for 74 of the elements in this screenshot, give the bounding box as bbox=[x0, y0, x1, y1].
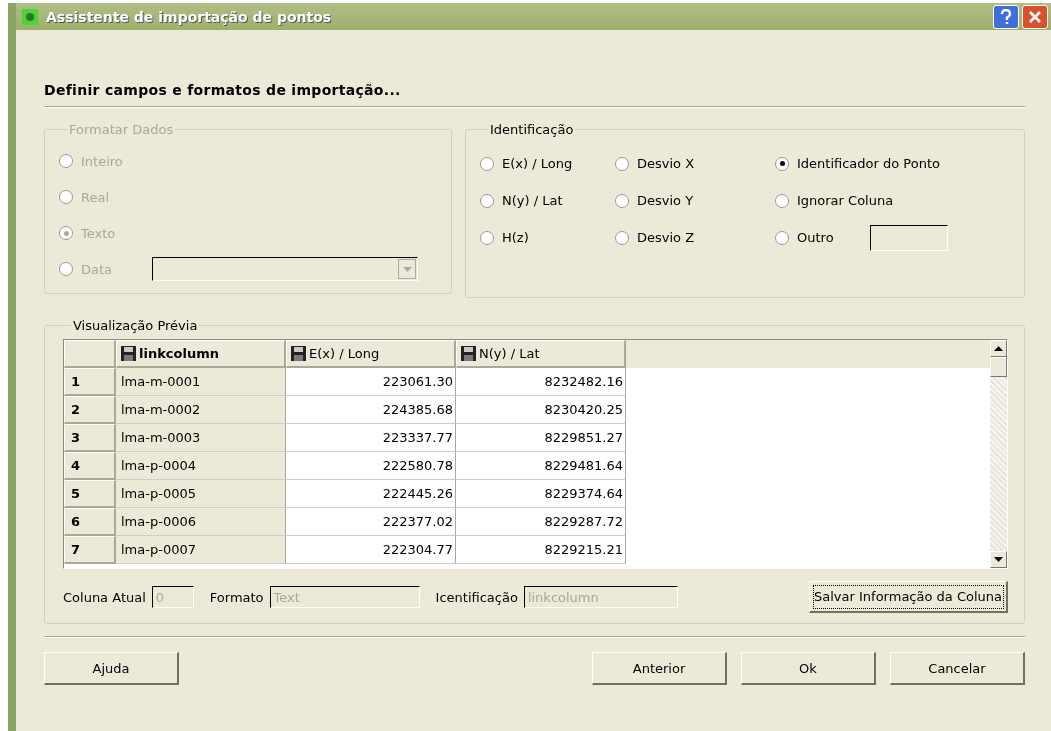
radio-button[interactable] bbox=[775, 230, 789, 245]
table-cell: 223061.30 bbox=[286, 368, 456, 396]
table-cell: 8229851.27 bbox=[456, 424, 626, 452]
table-cell: lma-m-0003 bbox=[116, 424, 286, 452]
table-cell: lma-p-0007 bbox=[116, 536, 286, 564]
radio-button[interactable] bbox=[615, 193, 629, 208]
radio-label: N(y) / Lat bbox=[502, 193, 563, 208]
other-input-field[interactable] bbox=[869, 224, 948, 251]
table-cell: lma-p-0005 bbox=[116, 480, 286, 508]
table-cell: 222445.26 bbox=[286, 480, 456, 508]
table-cell: 222304.77 bbox=[286, 536, 456, 564]
radio-label: E(x) / Long bbox=[502, 156, 573, 171]
radio-label: Desvio Y bbox=[637, 193, 694, 208]
scroll-up-icon[interactable] bbox=[990, 340, 1007, 357]
scrollbar[interactable] bbox=[990, 340, 1007, 568]
radio-label: Inteiro bbox=[81, 153, 123, 169]
radio-label: Desvio X bbox=[637, 156, 695, 171]
table-cell: 8232482.16 bbox=[456, 368, 626, 396]
radio-label: Texto bbox=[81, 225, 116, 241]
table-cell: 223337.77 bbox=[286, 424, 456, 452]
radio-label: Identificador do Ponto bbox=[797, 156, 940, 171]
group-title: Formatar Dados bbox=[68, 122, 175, 137]
help-icon[interactable] bbox=[993, 4, 1019, 29]
radio-button[interactable] bbox=[480, 230, 494, 245]
radio-label: Ignorar Coluna bbox=[797, 193, 894, 208]
row-number: 2 bbox=[64, 396, 116, 424]
field-label: Formato bbox=[209, 589, 264, 605]
table-cell: 8229374.64 bbox=[456, 480, 626, 508]
table-cell: 222377.02 bbox=[286, 508, 456, 536]
table-cell: lma-m-0002 bbox=[116, 396, 286, 424]
radio-button[interactable] bbox=[775, 193, 789, 208]
radio-button[interactable] bbox=[480, 193, 494, 208]
column-header[interactable]: N(y) / Lat bbox=[456, 340, 626, 368]
row-number: 6 bbox=[64, 508, 116, 536]
radio-label: H(z) bbox=[502, 230, 529, 245]
dialog-button[interactable]: Ok bbox=[741, 652, 876, 685]
radio-label: Outro bbox=[797, 230, 834, 245]
group-title: Visualização Prévia bbox=[72, 318, 199, 333]
radio-button[interactable] bbox=[480, 156, 494, 171]
app-icon bbox=[22, 8, 38, 25]
radio-label: Desvio Z bbox=[637, 230, 695, 245]
radio-button[interactable] bbox=[615, 156, 629, 171]
row-number: 3 bbox=[64, 424, 116, 452]
section-heading: Definir campos e formatos de importação... bbox=[44, 82, 402, 98]
table-cell: 8230420.25 bbox=[456, 396, 626, 424]
window-title: Assistente de importação de pontos bbox=[46, 8, 333, 25]
radio-label: Data bbox=[81, 261, 113, 277]
table-cell: lma-p-0004 bbox=[116, 452, 286, 480]
help-button[interactable]: Ajuda bbox=[44, 652, 179, 685]
radio-button[interactable] bbox=[775, 156, 789, 171]
column-header[interactable]: E(x) / Long bbox=[286, 340, 456, 368]
row-number: 4 bbox=[64, 452, 116, 480]
table-cell: 222580.78 bbox=[286, 452, 456, 480]
dialog-button[interactable]: Cancelar bbox=[890, 652, 1025, 685]
row-number: 7 bbox=[64, 536, 116, 564]
row-number: 1 bbox=[64, 368, 116, 396]
field-label: Coluna Atual bbox=[63, 589, 146, 605]
save-column-button[interactable]: Salvar Informação da Coluna bbox=[809, 581, 1008, 613]
radio-button[interactable] bbox=[615, 230, 629, 245]
close-icon[interactable] bbox=[1022, 4, 1048, 29]
table-cell: 8229481.64 bbox=[456, 452, 626, 480]
group-title: Identificação bbox=[489, 122, 575, 137]
table-cell: 224385.68 bbox=[286, 396, 456, 424]
dialog-button[interactable]: Anterior bbox=[592, 652, 727, 685]
table-cell: 8229287.72 bbox=[456, 508, 626, 536]
field-label: Icentificação bbox=[435, 589, 518, 605]
scroll-thumb[interactable] bbox=[990, 357, 1007, 377]
table-cell: lma-p-0006 bbox=[116, 508, 286, 536]
column-header[interactable]: linkcolumn bbox=[116, 340, 286, 368]
table-cell: 8229215.21 bbox=[456, 536, 626, 564]
radio-label: Real bbox=[81, 189, 110, 205]
row-number: 5 bbox=[64, 480, 116, 508]
table-cell: lma-m-0001 bbox=[116, 368, 286, 396]
scroll-down-icon[interactable] bbox=[990, 551, 1007, 568]
